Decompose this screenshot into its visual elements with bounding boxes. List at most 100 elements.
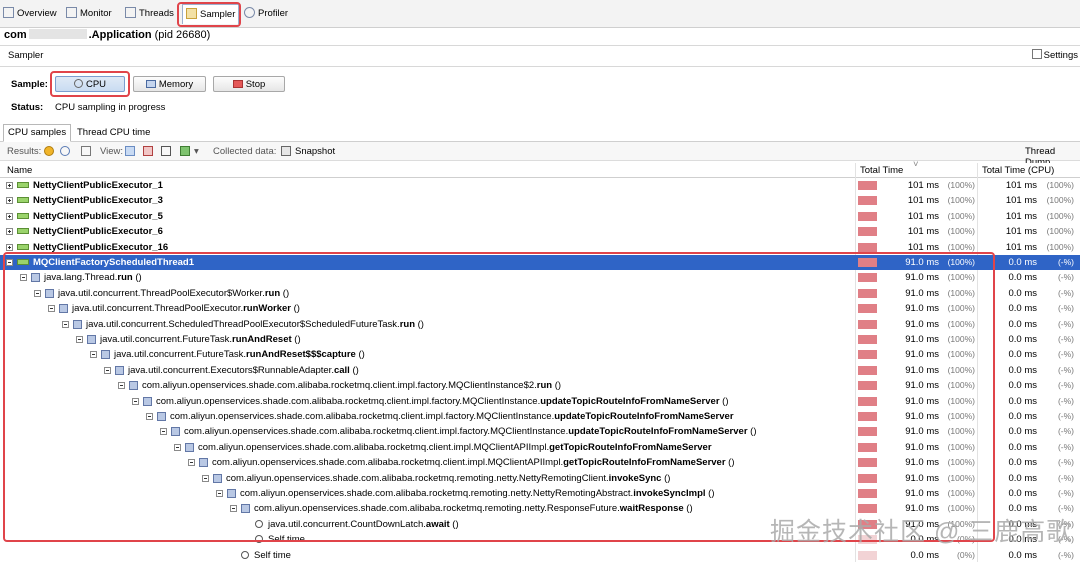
- table-row[interactable]: NettyClientPublicExecutor_1 101 ms (100%) 1…: [0, 178, 1080, 193]
- total-time-value: 101 ms: [907, 226, 939, 238]
- cpu-time-value: 101 ms: [1005, 241, 1037, 253]
- main-tab-bar: Overview Monitor Threads Sampler Profile…: [0, 0, 1080, 28]
- stop-button[interactable]: Stop: [213, 76, 285, 92]
- total-time-percent: (100%): [947, 180, 975, 190]
- expand-icon[interactable]: [6, 212, 13, 220]
- column-name[interactable]: Name: [7, 165, 32, 176]
- thread-icon: [17, 197, 29, 204]
- tab-threads[interactable]: Threads: [125, 6, 174, 22]
- snapshot-icon: [281, 146, 291, 156]
- cpu-time-value: 0.0 ms: [1008, 334, 1037, 345]
- thread-highlight-box: [3, 252, 995, 542]
- expand-icon[interactable]: [6, 228, 13, 236]
- total-time-percent: (0%): [957, 549, 975, 560]
- total-time-value: 0.0 ms: [910, 549, 939, 561]
- export-icon[interactable]: [180, 146, 190, 156]
- table-header: Name Total Time ˅ Total Time (CPU): [0, 159, 1080, 178]
- pause-icon[interactable]: [44, 146, 54, 156]
- cursor-icon[interactable]: [161, 146, 171, 156]
- collected-data-label: Collected data:: [213, 146, 277, 157]
- snapshot-button[interactable]: Snapshot: [295, 146, 335, 157]
- cpu-button-highlight: [50, 71, 130, 97]
- row-name-prefix: NettyClientPublicExecutor_5: [33, 210, 163, 222]
- column-total-time-cpu[interactable]: Total Time (CPU): [982, 165, 1054, 176]
- profiler-icon: [244, 7, 255, 18]
- watermark: 掘金技术社区 @ 三鹿高歌: [770, 518, 1073, 546]
- tab-cpu-samples[interactable]: CPU samples: [3, 124, 72, 142]
- threads-icon: [125, 7, 136, 18]
- table-view-icon[interactable]: [143, 146, 153, 156]
- expand-icon[interactable]: [6, 243, 13, 251]
- cpu-time-percent: (-%): [1057, 472, 1074, 483]
- table-row[interactable]: NettyClientPublicExecutor_5 101 ms (100%) 1…: [0, 209, 1080, 224]
- total-time-bar: [858, 550, 877, 560]
- cpu-time-value: 101 ms: [1005, 226, 1037, 238]
- cpu-time-percent: (100%): [1046, 195, 1074, 206]
- application-title: com .Application (pid 26680): [4, 29, 211, 41]
- sampler-subtabs: CPU samples Thread CPU time: [0, 124, 1080, 142]
- cpu-time-percent: (-%): [1057, 411, 1074, 421]
- memory-sample-button[interactable]: Memory: [133, 76, 206, 92]
- total-time-bar: [858, 211, 877, 221]
- total-time-value: 101 ms: [907, 210, 939, 222]
- table-row[interactable]: Self time 0.0 ms (0%) 0.0 ms (-%): [0, 548, 1080, 563]
- tab-monitor[interactable]: Monitor: [66, 6, 112, 22]
- total-time-percent: (100%): [947, 195, 975, 206]
- row-name: NettyClientPublicExecutor_1: [33, 180, 163, 191]
- cpu-time-percent: (100%): [1046, 210, 1074, 221]
- status-label: Status:: [11, 102, 44, 113]
- cpu-time-value: 101 ms: [1005, 210, 1037, 222]
- clock-icon: [241, 550, 249, 559]
- chevron-down-icon[interactable]: ▾: [194, 146, 199, 157]
- expand-icon[interactable]: [6, 182, 13, 189]
- reset-icon[interactable]: [81, 146, 91, 156]
- row-name: NettyClientPublicExecutor_5: [33, 211, 163, 222]
- tab-overview[interactable]: Overview: [3, 6, 57, 22]
- thread-icon: [17, 212, 29, 219]
- cpu-time-value: 0.0 ms: [1008, 349, 1037, 361]
- cpu-time-value: 0.0 ms: [1008, 426, 1037, 438]
- total-time-percent: (100%): [947, 241, 975, 252]
- table-row[interactable]: NettyClientPublicExecutor_3 101 ms (100%) 1…: [0, 193, 1080, 208]
- cpu-time-percent: (100%): [1046, 226, 1074, 237]
- total-time-value: 101 ms: [907, 241, 939, 253]
- cpu-time-percent: (-%): [1057, 303, 1074, 314]
- redacted-block: [28, 29, 87, 39]
- total-time-value: 101 ms: [907, 180, 939, 191]
- cpu-time-percent: (-%): [1057, 426, 1074, 437]
- total-time-bar: [858, 196, 877, 206]
- total-time-bar: [858, 227, 877, 237]
- cpu-time-value: 0.0 ms: [1008, 395, 1037, 407]
- column-total-time[interactable]: Total Time: [860, 165, 903, 176]
- cpu-time-percent: (-%): [1057, 441, 1074, 452]
- cpu-time-percent: (100%): [1046, 180, 1074, 190]
- cpu-time-percent: (-%): [1057, 287, 1074, 298]
- cpu-time-value: 0.0 ms: [1008, 488, 1037, 499]
- cpu-time-value: 0.0 ms: [1008, 303, 1037, 315]
- checkbox-icon: [1031, 49, 1042, 59]
- total-time-bar: [858, 181, 877, 190]
- expand-icon[interactable]: [6, 197, 13, 205]
- cpu-time-percent: (-%): [1057, 349, 1074, 360]
- cpu-time-percent: (-%): [1057, 334, 1074, 344]
- cpu-time-value: 0.0 ms: [1008, 287, 1037, 299]
- tree-view-icon[interactable]: [125, 146, 135, 156]
- cpu-time-value: 0.0 ms: [1008, 257, 1037, 268]
- sampler-header-bar: Sampler Settings: [0, 45, 1080, 67]
- refresh-icon[interactable]: [60, 146, 70, 156]
- table-row[interactable]: NettyClientPublicExecutor_6 101 ms (100%) 1…: [0, 224, 1080, 239]
- row-name: NettyClientPublicExecutor_6: [33, 226, 163, 237]
- tab-thread-cpu-time[interactable]: Thread CPU time: [73, 125, 154, 140]
- cpu-time-value: 0.0 ms: [1008, 272, 1037, 284]
- tab-profiler[interactable]: Profiler: [244, 6, 288, 22]
- monitor-icon: [66, 7, 77, 18]
- cpu-time-percent: (-%): [1057, 549, 1074, 560]
- settings-checkbox[interactable]: Settings: [1031, 49, 1078, 61]
- cpu-time-percent: (-%): [1057, 364, 1074, 375]
- cpu-time-value: 0.0 ms: [1008, 411, 1037, 422]
- cpu-time-percent: (-%): [1057, 318, 1074, 329]
- sort-indicator-icon: ˅: [913, 159, 919, 170]
- sampler-tab-highlight: [177, 2, 241, 27]
- row-name-prefix: NettyClientPublicExecutor_1: [33, 180, 163, 191]
- sampler-panel-label: Sampler: [8, 50, 44, 61]
